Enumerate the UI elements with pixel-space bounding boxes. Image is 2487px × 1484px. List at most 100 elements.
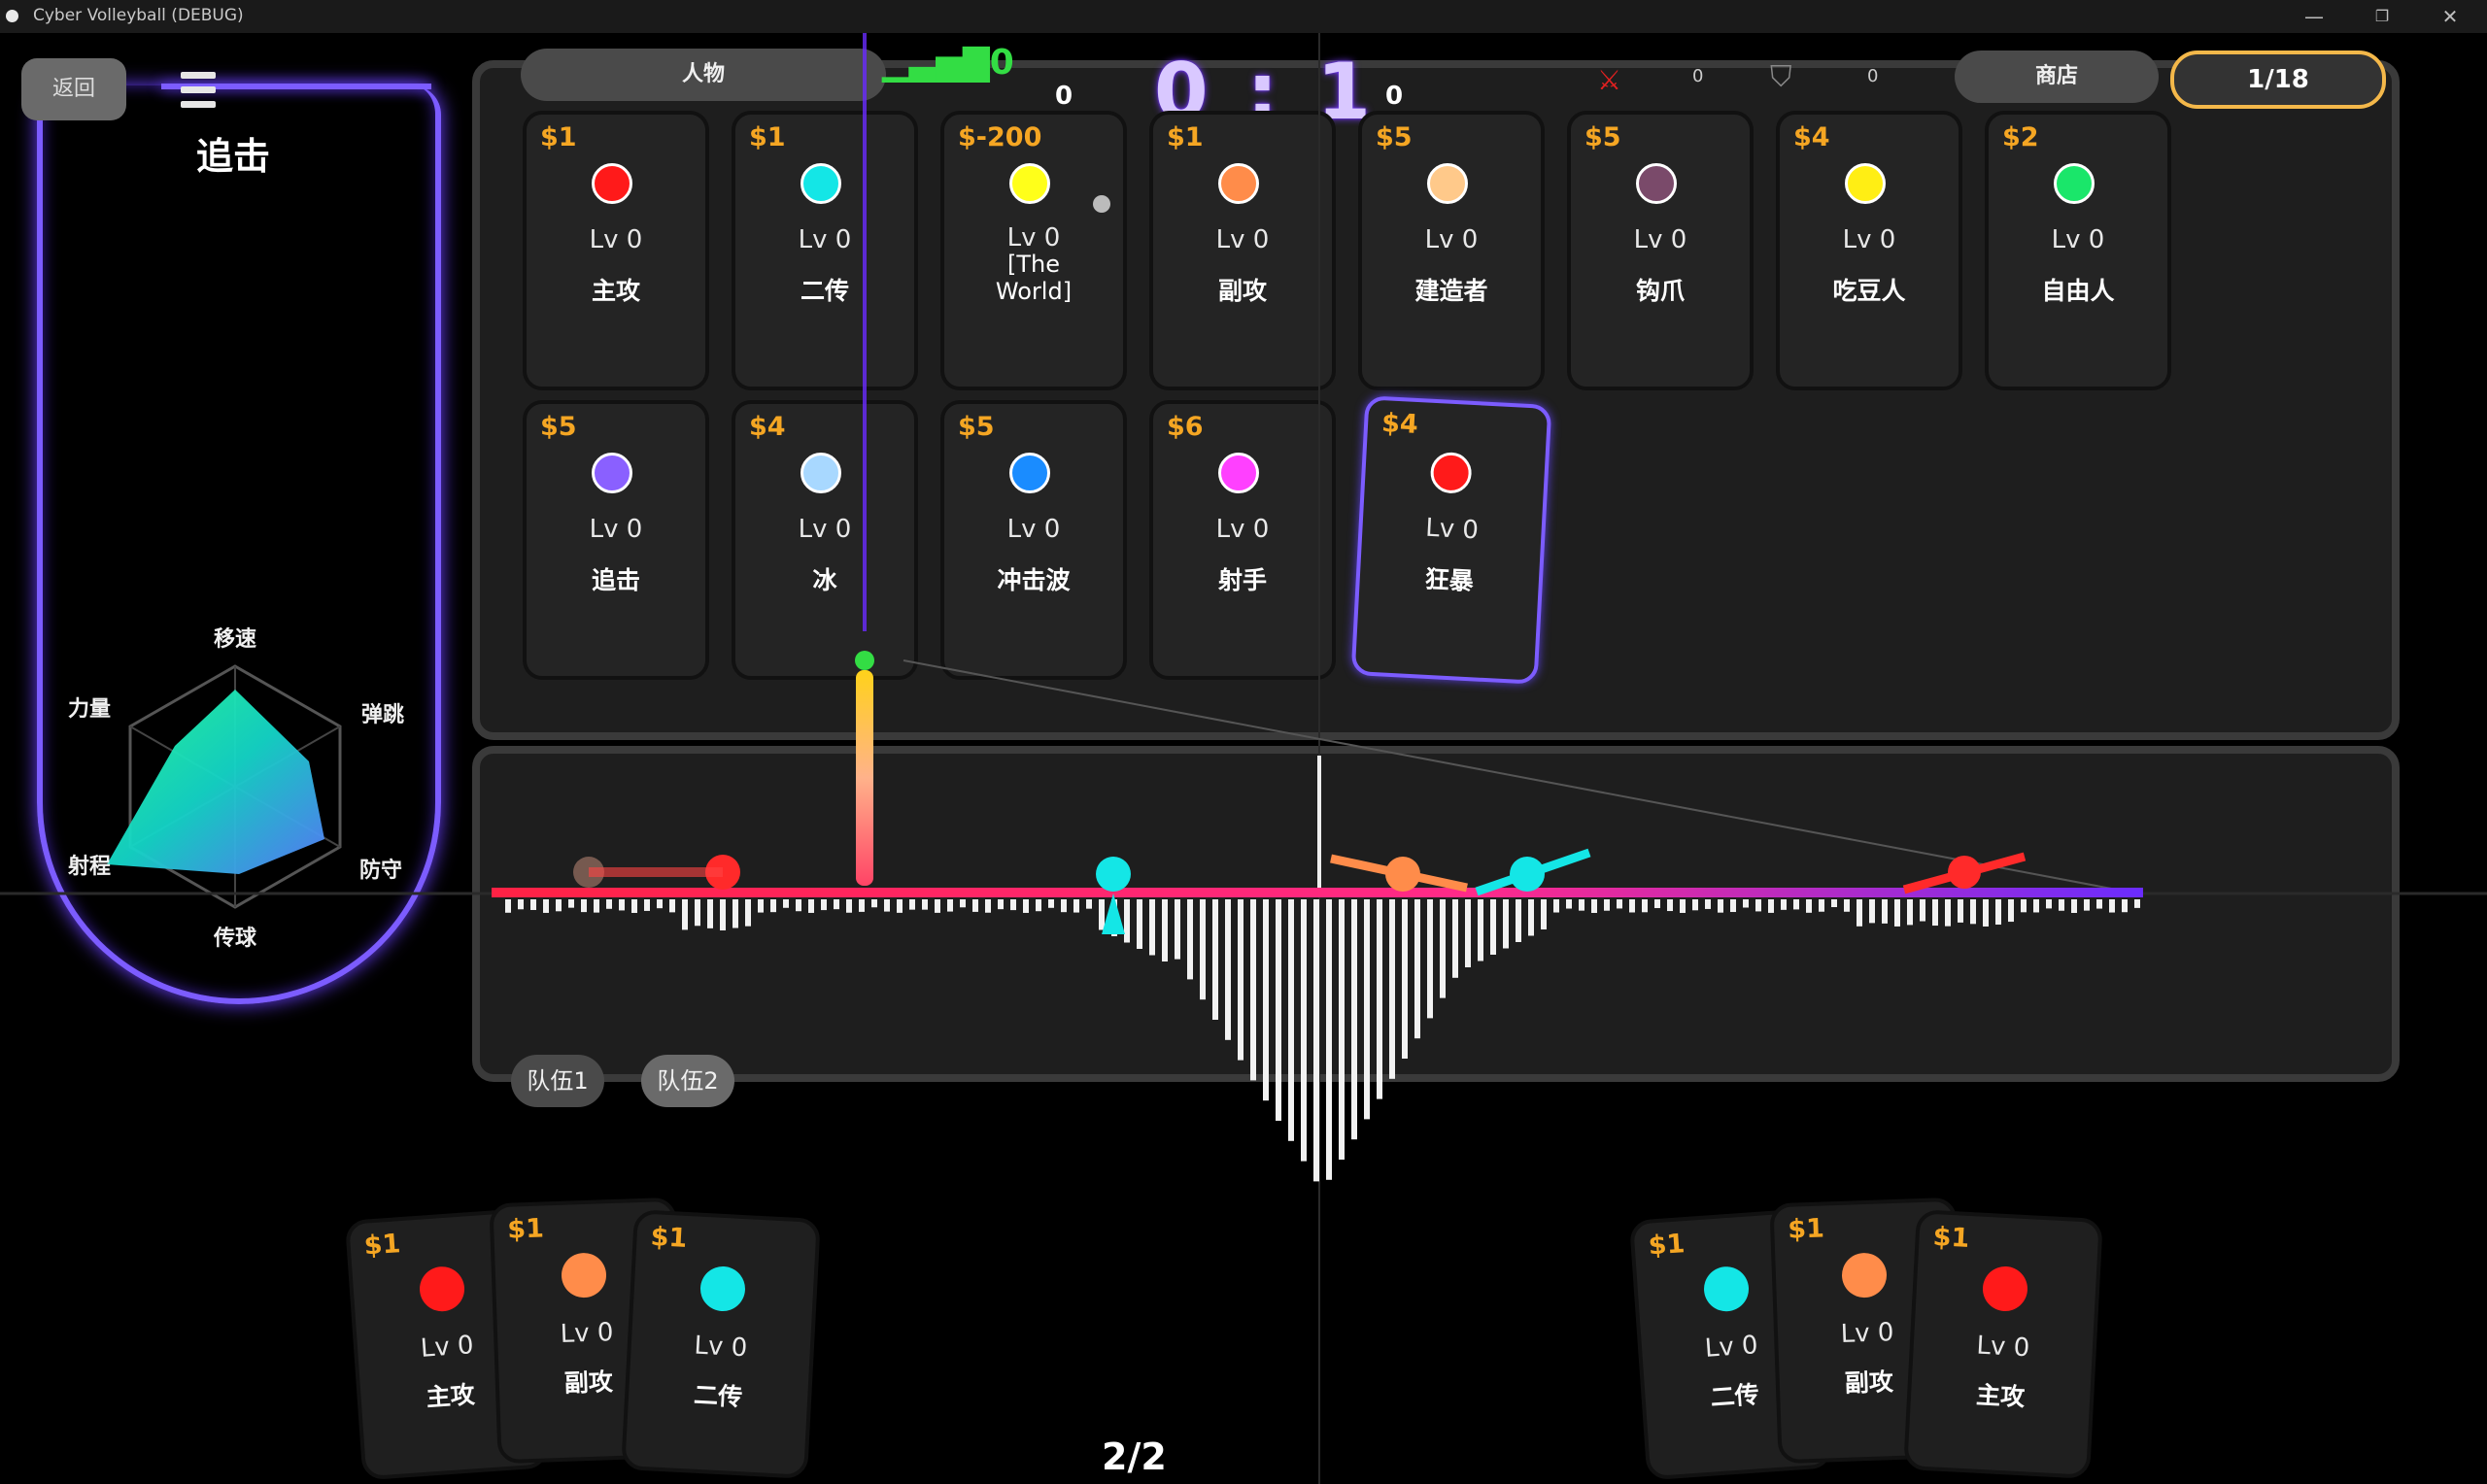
visualizer-bar [1831, 899, 1837, 908]
visualizer-bar [1793, 899, 1799, 910]
visualizer-bar [821, 899, 827, 911]
visualizer-bar [846, 899, 852, 913]
visualizer-bar [2046, 899, 2052, 909]
player-cyan [1096, 857, 1131, 892]
player-beam [856, 670, 873, 886]
visualizer-bar [1541, 899, 1547, 929]
visualizer-bar [1212, 899, 1218, 1020]
visualizer-bar [1857, 899, 1862, 927]
visualizer-bar [1819, 899, 1824, 912]
hand-card[interactable]: $1 Lv 0 二传 [621, 1209, 821, 1479]
visualizer-bar [1288, 899, 1294, 1141]
visualizer-bar [1667, 899, 1673, 912]
visualizer-bar [1073, 899, 1079, 913]
card-price: $1 [362, 1229, 402, 1262]
visualizer-bar [2084, 899, 2090, 911]
visualizer-bar [1743, 899, 1749, 908]
visualizer-bar [1175, 899, 1180, 960]
visualizer-bar [1692, 899, 1698, 911]
visualizer-bar [732, 899, 738, 928]
visualizer-bar [1882, 899, 1888, 924]
visualizer-bar [720, 899, 726, 930]
visualizer-bar [1187, 899, 1193, 980]
visualizer-bar [669, 899, 675, 913]
visualizer-bar [1099, 899, 1105, 930]
visualizer-bar [1036, 899, 1041, 912]
visualizer-bar [594, 899, 599, 913]
hand-page-count: 2/2 [1102, 1435, 1167, 1478]
visualizer-bar [1389, 899, 1395, 1079]
card-price: $1 [1787, 1213, 1825, 1245]
character-color-icon [561, 1252, 607, 1298]
visualizer-bar [644, 899, 650, 911]
card-name: 二传 [693, 1380, 743, 1412]
visualizer-bar [859, 899, 865, 912]
visualizer-bar [1970, 899, 1976, 925]
character-color-icon [1841, 1252, 1888, 1298]
visualizer-bar [1086, 899, 1092, 909]
visualizer-bar [2122, 899, 2128, 913]
visualizer-bar [657, 899, 663, 909]
visualizer-bar [1010, 899, 1016, 911]
visualizer-bar [1023, 899, 1029, 913]
audio-visualizer [505, 899, 2140, 1182]
visualizer-bar [581, 899, 587, 913]
visualizer-bar [1604, 899, 1610, 911]
visualizer-bar [1364, 899, 1370, 1120]
visualizer-bar [909, 899, 915, 910]
visualizer-bar [884, 899, 890, 912]
visualizer-bar [1844, 899, 1850, 912]
visualizer-bar [1629, 899, 1635, 913]
visualizer-bar [745, 899, 751, 927]
visualizer-bar [1932, 899, 1938, 927]
visualizer-bar [1566, 899, 1572, 909]
visualizer-bar [2134, 899, 2140, 908]
visualizer-bar [1478, 899, 1483, 961]
visualizer-bar [1755, 899, 1761, 912]
visualizer-bar [897, 899, 903, 913]
visualizer-bar [1137, 899, 1142, 949]
visualizer-bar [1339, 899, 1345, 1160]
visualizer-bar [1225, 899, 1231, 1040]
ball [1093, 195, 1110, 213]
visualizer-bar [1250, 899, 1256, 1081]
hand-card[interactable]: $1 Lv 0 主攻 [1903, 1209, 2103, 1479]
visualizer-bar [808, 899, 814, 913]
visualizer-bar [1061, 899, 1067, 913]
visualizer-bar [935, 899, 940, 913]
visualizer-bar [1377, 899, 1382, 1099]
visualizer-bar [1516, 899, 1521, 942]
visualizer-bar [1591, 899, 1597, 913]
visualizer-bar [1945, 899, 1951, 927]
team1-button[interactable]: 队伍1 [511, 1055, 604, 1107]
visualizer-bar [2059, 899, 2064, 911]
visualizer-bar [707, 899, 713, 928]
visualizer-bar [1705, 899, 1711, 909]
visualizer-bar [1958, 899, 1963, 923]
visualizer-bar [871, 899, 877, 908]
visualizer-bar [543, 899, 549, 913]
visualizer-bar [606, 899, 612, 909]
visualizer-bar [1718, 899, 1723, 913]
card-price: $1 [649, 1222, 689, 1255]
visualizer-bar [518, 899, 524, 910]
visualizer-bar [530, 899, 536, 910]
visualizer-bar [1503, 899, 1509, 949]
visualizer-bar [1995, 899, 2001, 926]
visualizer-bar [1452, 899, 1458, 978]
visualizer-bar [1238, 899, 1244, 1061]
visualizer-bar [1768, 899, 1774, 913]
visualizer-bar [1490, 899, 1496, 955]
visualizer-bar [1894, 899, 1900, 927]
card-price: $1 [1931, 1222, 1971, 1255]
visualizer-bar [1276, 899, 1281, 1121]
visualizer-bar [1806, 899, 1812, 913]
visualizer-bar [1200, 899, 1206, 1000]
card-name: 主攻 [1975, 1380, 2026, 1412]
visualizer-bar [1301, 899, 1307, 1162]
character-color-icon [1702, 1265, 1751, 1313]
visualizer-bar [1528, 899, 1534, 936]
team2-button[interactable]: 队伍2 [641, 1055, 734, 1107]
visualizer-bar [1124, 899, 1130, 943]
visualizer-bar [1907, 899, 1913, 926]
